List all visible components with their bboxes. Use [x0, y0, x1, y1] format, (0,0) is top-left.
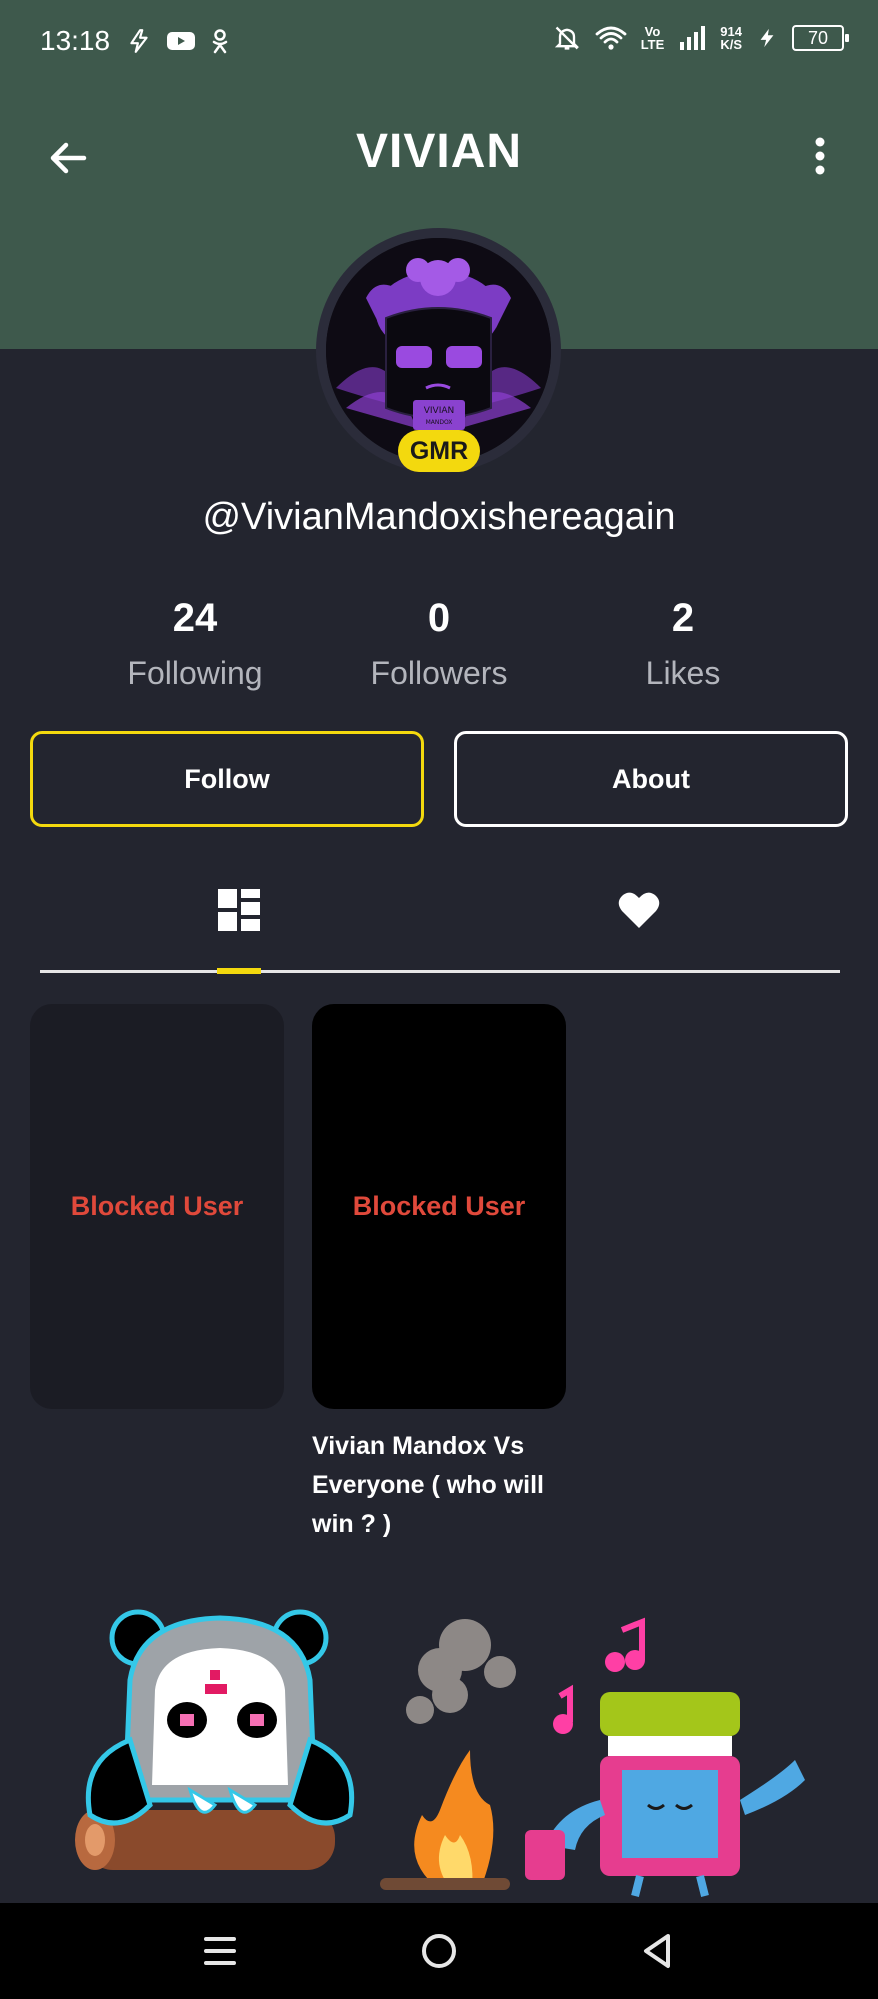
page-title: VIVIAN [355, 125, 523, 178]
status-time: 13:18 [40, 25, 111, 56]
post-card-2[interactable]: Blocked User [312, 1004, 566, 1409]
volte-bottom: LTE [640, 37, 665, 52]
tab-active-indicator [217, 968, 261, 974]
stat-followers[interactable]: 0 Followers [309, 596, 569, 692]
flash-icon [130, 29, 148, 53]
system-nav-bar [0, 1903, 878, 1999]
charging-icon [760, 28, 774, 48]
stat-likes-value: 2 [671, 596, 695, 640]
signal-icon [680, 26, 706, 50]
mute-bell-icon [554, 26, 579, 50]
stat-likes-label: Likes [645, 655, 721, 691]
stat-following-label: Following [127, 655, 263, 691]
wifi-icon [595, 26, 627, 50]
network-speed: 914 K/S [720, 25, 742, 51]
follow-button[interactable]: Follow [30, 731, 424, 827]
speed-unit: K/S [720, 37, 742, 52]
tab-divider [40, 970, 840, 973]
status-left-icons [126, 28, 230, 54]
battery-indicator: 70 [792, 25, 849, 51]
tab-posts[interactable] [209, 880, 269, 940]
recent-apps-button[interactable] [196, 1927, 244, 1975]
grid-icon [218, 889, 260, 931]
blocked-user-label: Blocked User [70, 1191, 244, 1221]
stat-followers-value: 0 [427, 596, 451, 640]
post-card-1[interactable]: Blocked User [30, 1004, 284, 1409]
status-right-icons: Vo LTE 914 K/S 70 [553, 24, 849, 52]
avatar-text-line-2: MANDOX [426, 419, 453, 426]
more-options-button[interactable] [808, 132, 832, 180]
menu-icon [204, 1937, 236, 1965]
system-back-button[interactable] [634, 1927, 682, 1975]
home-button[interactable] [415, 1927, 463, 1975]
youtube-icon [167, 32, 195, 50]
blocked-user-label: Blocked User [352, 1191, 526, 1221]
empty-state-illustration [75, 1609, 805, 1897]
circle-icon [422, 1934, 456, 1968]
volte-indicator: Vo LTE [641, 25, 665, 51]
level-badge: GMR [398, 430, 480, 472]
status-bar: 13:18 Vo LTE 914 K/S 70 [0, 0, 878, 90]
heart-icon [618, 892, 660, 928]
avatar-text-line-1: VIVIAN [424, 406, 455, 416]
stat-likes[interactable]: 2 Likes [553, 596, 813, 692]
stat-following-value: 24 [172, 596, 218, 640]
tab-liked[interactable] [609, 880, 669, 940]
stat-following[interactable]: 24 Following [65, 596, 325, 692]
stat-followers-label: Followers [370, 655, 508, 691]
odnoklassniki-icon [212, 29, 228, 54]
post-caption[interactable]: Vivian Mandox Vs Everyone ( who will win… [312, 1427, 572, 1544]
username: @VivianMandoxishereagain [202, 496, 676, 538]
triangle-back-icon [644, 1934, 670, 1968]
about-button[interactable]: About [454, 731, 848, 827]
more-vertical-icon [815, 137, 825, 175]
battery-level: 70 [807, 27, 829, 48]
